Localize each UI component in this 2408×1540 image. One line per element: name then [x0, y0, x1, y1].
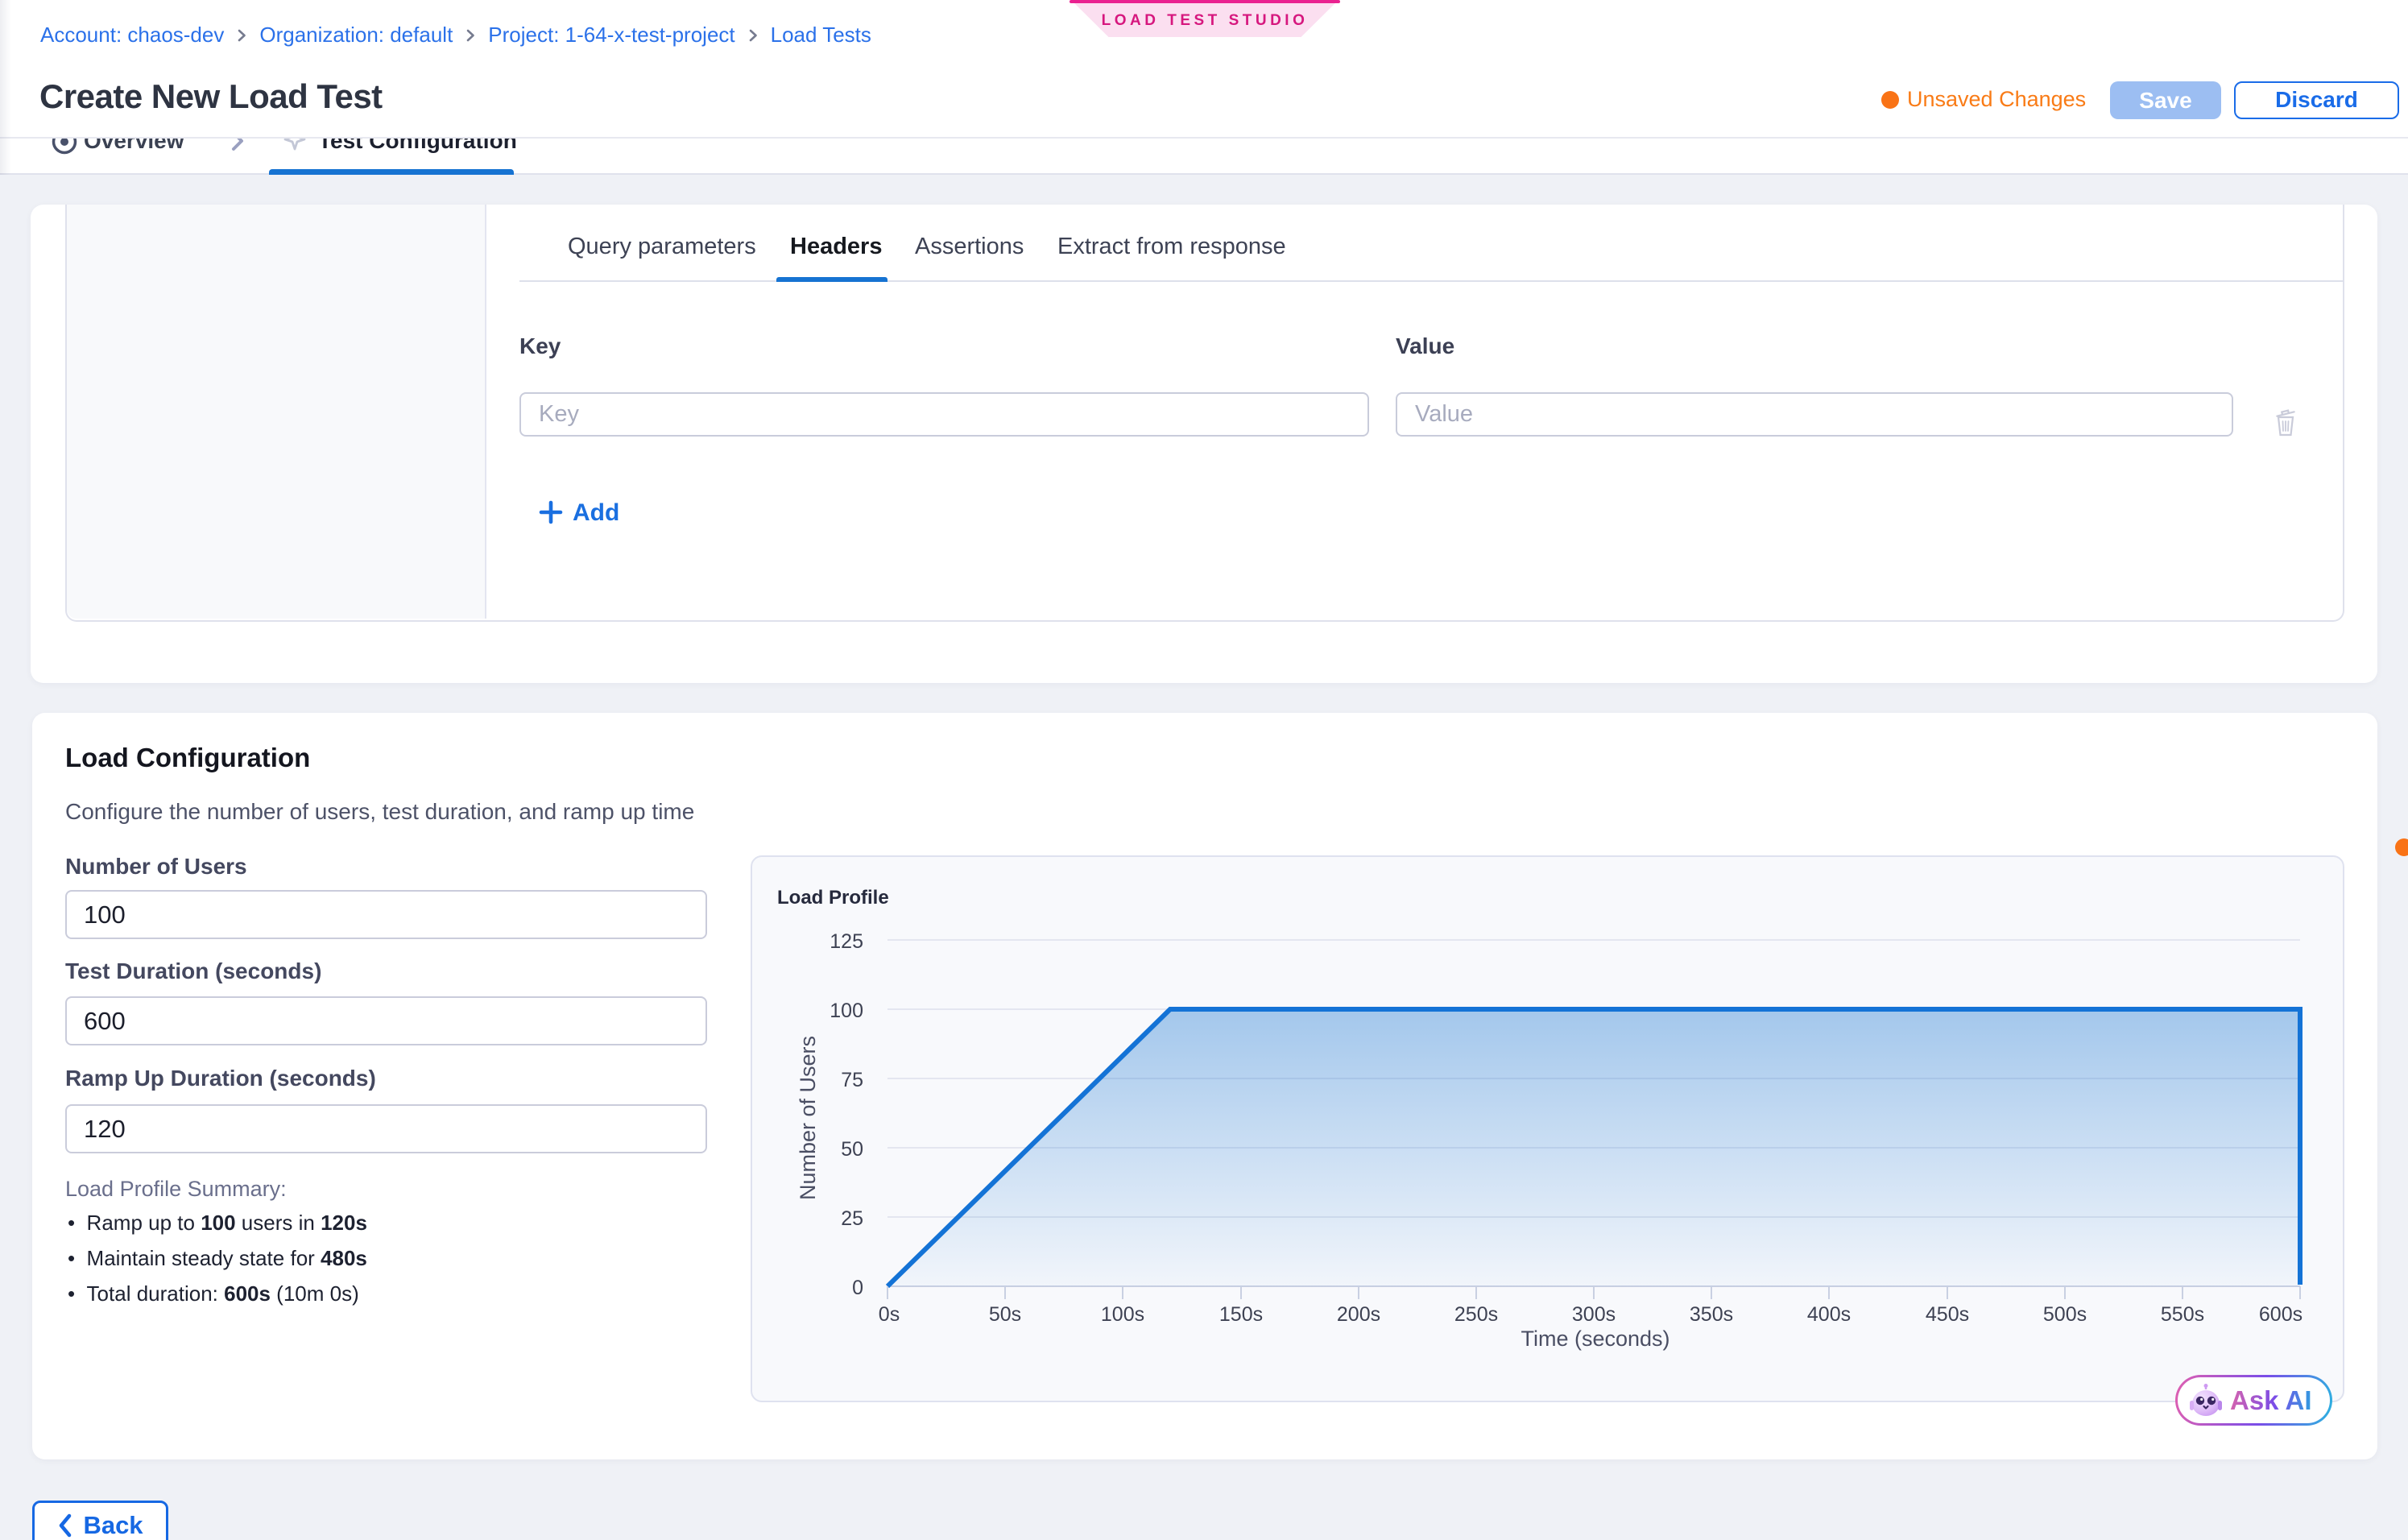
svg-text:100: 100	[830, 1000, 863, 1022]
svg-text:25: 25	[841, 1207, 863, 1230]
svg-text:250s: 250s	[1454, 1303, 1498, 1326]
svg-text:0: 0	[852, 1277, 863, 1299]
svg-text:350s: 350s	[1690, 1303, 1733, 1326]
svg-text:450s: 450s	[1926, 1303, 1969, 1326]
svg-text:125: 125	[830, 930, 863, 953]
svg-text:0s: 0s	[879, 1303, 900, 1326]
svg-text:550s: 550s	[2161, 1303, 2204, 1326]
svg-text:400s: 400s	[1807, 1303, 1851, 1326]
svg-text:Number of Users: Number of Users	[796, 1036, 820, 1200]
svg-text:Time (seconds): Time (seconds)	[1521, 1327, 1669, 1351]
svg-text:500s: 500s	[2043, 1303, 2087, 1326]
svg-text:150s: 150s	[1219, 1303, 1263, 1326]
svg-text:50: 50	[841, 1138, 863, 1161]
svg-text:Load Profile: Load Profile	[777, 887, 889, 909]
svg-text:600s: 600s	[2259, 1303, 2302, 1326]
svg-text:200s: 200s	[1337, 1303, 1380, 1326]
svg-text:50s: 50s	[989, 1303, 1021, 1326]
svg-text:100s: 100s	[1101, 1303, 1144, 1326]
svg-text:300s: 300s	[1572, 1303, 1616, 1326]
svg-text:75: 75	[841, 1069, 863, 1091]
